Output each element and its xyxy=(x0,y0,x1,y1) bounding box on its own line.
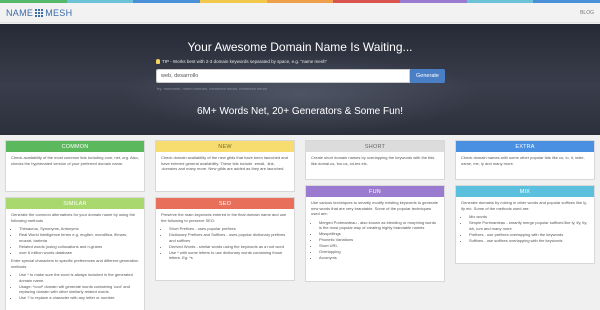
list-item: Short URL xyxy=(319,243,439,249)
card-common[interactable]: COMMON Check availability of the most co… xyxy=(5,140,145,192)
card-body-extra: Check domain names with some other popul… xyxy=(456,152,594,172)
card-intro-fun: Use various techniques to smartly modify… xyxy=(311,200,438,216)
list-item: Simple Portmanteau - smartly merge popul… xyxy=(469,220,589,231)
card-similar[interactable]: SIMILAR Generate the common alternatives… xyxy=(5,197,145,310)
list-item: Derived Words - similar words using the … xyxy=(169,244,289,250)
card-body-fun: Use various techniques to smartly modify… xyxy=(306,197,444,264)
card-title-new: NEW xyxy=(218,143,232,150)
card-text-common: Check availability of the most common tl… xyxy=(11,155,139,166)
card-header-new: NEW xyxy=(156,141,294,152)
card-fun[interactable]: FUN Use various techniques to smartly mo… xyxy=(305,185,445,282)
domain-search-input[interactable] xyxy=(156,69,410,83)
tip-text: TIP - Works best with 2-3 domain keyword… xyxy=(162,59,328,64)
logo-text-mesh: MESH xyxy=(45,8,73,18)
card-header-mix: MIX xyxy=(456,186,594,197)
list-item: Real World Intelligence terms e.g. engli… xyxy=(19,232,139,243)
card-list-seo: Short Prefixes - uses popular prefixes D… xyxy=(161,226,289,261)
card-body-short: Create short domain names by overlapping… xyxy=(306,152,444,172)
card-header-similar: SIMILAR xyxy=(6,198,144,209)
card-header-fun: FUN xyxy=(306,186,444,197)
card-seo[interactable]: SEO Preserve the main keywords entered i… xyxy=(155,197,295,281)
card-title-similar: SIMILAR xyxy=(63,200,87,207)
card-header-common: COMMON xyxy=(6,141,144,152)
card-text-new: Check domain availability of the new gtl… xyxy=(161,155,288,171)
card-title-extra: EXTRA xyxy=(515,143,535,150)
card-list-mix: Mix words Simple Portmanteau - smartly m… xyxy=(461,214,589,243)
list-item: Misspellings xyxy=(319,231,439,237)
card-header-extra: EXTRA xyxy=(456,141,594,152)
card-text-short: Create short domain names by overlapping… xyxy=(311,155,435,166)
card-body-new: Check domain availability of the new gtl… xyxy=(156,152,294,178)
hero-tagline: 6M+ Words Net, 20+ Generators & Some Fun… xyxy=(196,106,404,117)
list-item: Acronyms xyxy=(319,255,439,261)
card-title-mix: MIX xyxy=(519,188,531,195)
logo-text-name: NAME xyxy=(6,8,34,18)
list-item: Prefixes - use prefixes overlapping with… xyxy=(469,232,589,238)
card-list-fun: Merged Portmanteau - also known as blend… xyxy=(311,220,439,261)
card-short[interactable]: SHORT Create short domain names by overl… xyxy=(305,140,445,180)
card-extra[interactable]: EXTRA Check domain names with some other… xyxy=(455,140,595,180)
card-intro-mix: Generate domains by mixing in other word… xyxy=(461,200,587,211)
list-item: Use * with some letters to use dictionar… xyxy=(169,250,289,261)
list-item: Phonetic Variations xyxy=(319,237,439,243)
card-mix[interactable]: MIX Generate domains by mixing in other … xyxy=(455,185,595,264)
card-list2-similar: Use * to make sure the word is always in… xyxy=(11,272,139,301)
list-item: Thesaurus, Synonyms, Antonyms xyxy=(19,226,139,232)
search-tip: TIP - Works best with 2-3 domain keyword… xyxy=(156,59,327,64)
card-header-seo: SEO xyxy=(156,198,294,209)
card-note-similar: Enter special characters to specific pre… xyxy=(11,258,139,269)
list-item: Short Prefixes - uses popular prefixes xyxy=(169,226,289,232)
list-item: Use * to make sure the word is always in… xyxy=(19,272,139,283)
logo-grid-icon xyxy=(35,9,44,17)
top-bar: NAME MESH BLOG xyxy=(0,3,600,23)
card-title-fun: FUN xyxy=(369,188,381,195)
hero-glow xyxy=(120,54,480,134)
list-item: Merged Portmanteau - also known as blend… xyxy=(319,220,439,231)
lightbulb-icon xyxy=(156,59,160,64)
list-item: Overlapping xyxy=(319,249,439,255)
card-intro-seo: Preserve the main keywords entered in th… xyxy=(161,212,287,223)
list-item: over 6 million words database xyxy=(19,250,139,256)
card-header-short: SHORT xyxy=(306,141,444,152)
hero-section: Your Awesome Domain Name Is Waiting... T… xyxy=(0,24,600,135)
site-logo[interactable]: NAME MESH xyxy=(6,8,72,18)
try-examples[interactable]: try: mmmmm, mmm mmmm, mmmmm mmm, mmmmm m… xyxy=(157,86,267,91)
list-item: Related words (using collocations and n-… xyxy=(19,244,139,250)
card-text-extra: Check domain names with some other popul… xyxy=(461,155,585,166)
blog-link[interactable]: BLOG xyxy=(580,10,594,16)
card-intro-similar: Generate the common alternatives for you… xyxy=(11,212,136,223)
list-item: Mix words xyxy=(469,214,589,220)
card-body-mix: Generate domains by mixing in other word… xyxy=(456,197,594,247)
card-new[interactable]: NEW Check domain availability of the new… xyxy=(155,140,295,192)
list-item: Usage: *cool* domain will generate words… xyxy=(19,284,139,295)
hero-title: Your Awesome Domain Name Is Waiting... xyxy=(187,40,413,54)
card-body-seo: Preserve the main keywords entered in th… xyxy=(156,209,294,264)
card-body-similar: Generate the common alternatives for you… xyxy=(6,209,144,304)
card-title-common: COMMON xyxy=(61,143,89,150)
generate-button[interactable]: Generate xyxy=(410,69,445,83)
card-title-seo: SEO xyxy=(218,200,232,207)
list-item: Use ? to replace a character with any le… xyxy=(19,295,139,301)
list-item: Dictionary Prefixes and Suffixes - uses … xyxy=(169,232,289,243)
card-body-common: Check availability of the most common tl… xyxy=(6,152,144,172)
card-list-similar: Thesaurus, Synonyms, Antonyms Real World… xyxy=(11,226,139,255)
card-title-short: SHORT xyxy=(364,143,386,150)
list-item: Suffixes - use suffixes overlapping with… xyxy=(469,238,589,244)
